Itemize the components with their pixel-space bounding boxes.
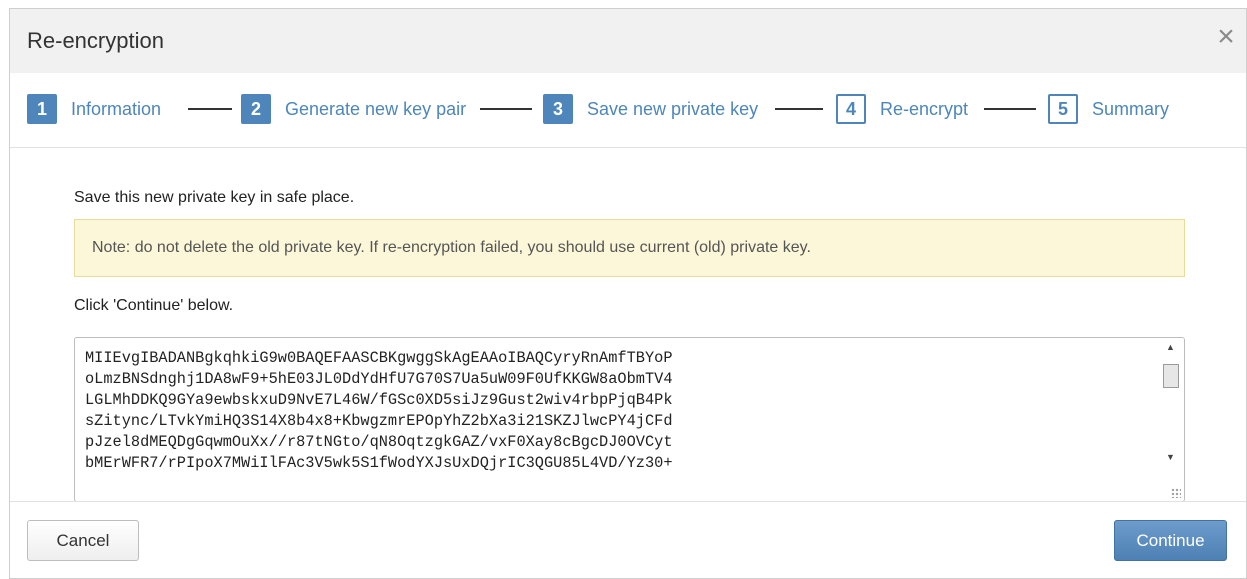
step-summary: 5 Summary — [1048, 93, 1169, 125]
dialog-header: Re-encryption × — [10, 9, 1246, 74]
step-connector — [480, 108, 532, 110]
step-connector — [775, 108, 823, 110]
scrollbar-thumb[interactable] — [1163, 364, 1179, 388]
scroll-up-icon[interactable]: ▲ — [1157, 340, 1184, 354]
wizard-steps: 1 Information 2 Generate new key pair 3 … — [10, 73, 1246, 148]
step-number: 4 — [836, 94, 866, 124]
step-label: Re-encrypt — [880, 98, 969, 119]
step-generate-key-pair: 2 Generate new key pair — [241, 93, 466, 125]
textarea-scrollbar[interactable]: ▲ ▼ — [1157, 338, 1184, 501]
private-key-text[interactable]: MIIEvgIBADANBgkqhkiG9w0BAQEFAASCBKgwggSk… — [85, 348, 1145, 474]
warning-note: Note: do not delete the old private key.… — [74, 219, 1185, 277]
step-number: 1 — [27, 94, 57, 124]
cancel-button[interactable]: Cancel — [27, 520, 139, 561]
scroll-down-icon[interactable]: ▼ — [1157, 450, 1184, 464]
resize-grip-icon[interactable] — [1171, 488, 1181, 498]
step-connector — [188, 108, 232, 110]
step-label: Summary — [1092, 98, 1170, 119]
close-icon[interactable]: × — [1214, 22, 1238, 52]
step-label: Information — [71, 98, 162, 119]
step-number: 2 — [241, 94, 271, 124]
dialog-footer: Cancel Continue — [10, 501, 1246, 578]
step-number: 5 — [1048, 94, 1078, 124]
re-encryption-dialog: Re-encryption × 1 Information 2 Generate… — [9, 8, 1247, 579]
instruction-text: Click 'Continue' below. — [74, 297, 234, 314]
intro-text: Save this new private key in safe place. — [74, 189, 355, 206]
step-save-private-key: 3 Save new private key — [543, 93, 758, 125]
step-connector — [984, 108, 1036, 110]
private-key-textarea[interactable]: MIIEvgIBADANBgkqhkiG9w0BAQEFAASCBKgwggSk… — [74, 337, 1185, 502]
step-re-encrypt: 4 Re-encrypt — [836, 93, 968, 125]
step-information: 1 Information — [27, 93, 161, 125]
step-number: 3 — [543, 94, 573, 124]
dialog-title: Re-encryption — [27, 28, 164, 53]
continue-button[interactable]: Continue — [1114, 520, 1227, 561]
step-label: Save new private key — [587, 98, 759, 119]
step-label: Generate new key pair — [285, 98, 467, 119]
